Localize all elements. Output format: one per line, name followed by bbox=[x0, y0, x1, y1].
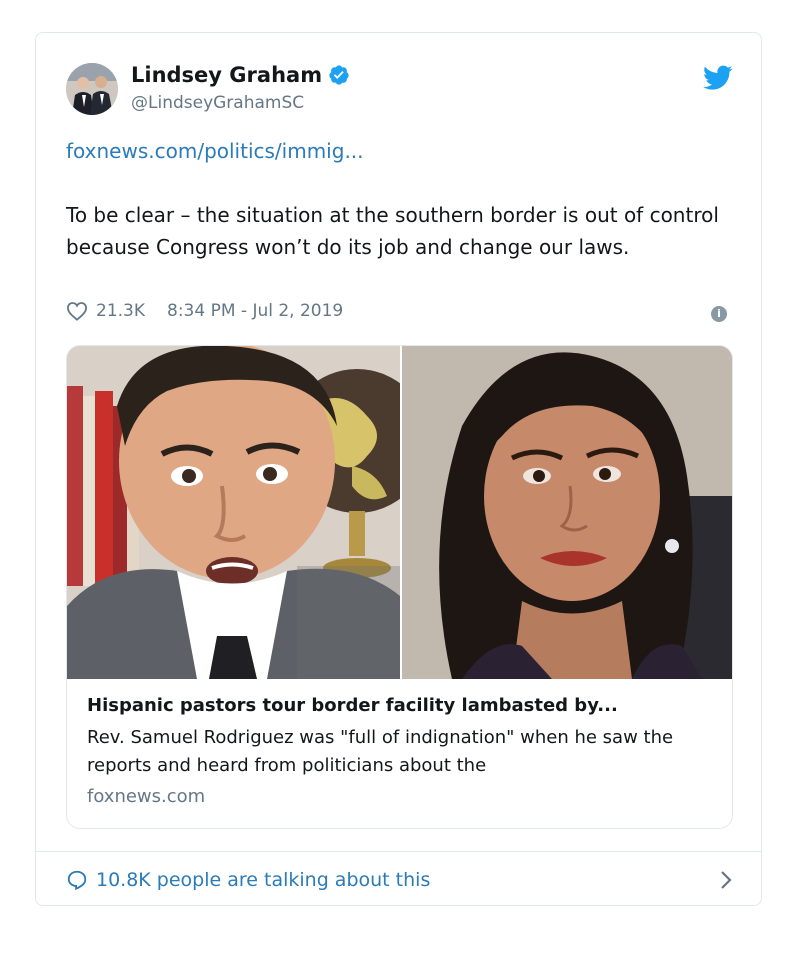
tweet-text: To be clear – the situation at the south… bbox=[66, 203, 719, 259]
conversation-link[interactable]: 10.8K people are talking about this bbox=[66, 865, 733, 895]
verified-badge-icon bbox=[329, 65, 349, 85]
preview-image[interactable] bbox=[67, 346, 732, 679]
link-preview-card[interactable]: Hispanic pastors tour border facility la… bbox=[66, 345, 733, 829]
preview-domain: foxnews.com bbox=[87, 786, 206, 807]
tweet-link[interactable]: foxnews.com/politics/immig... bbox=[66, 139, 364, 163]
heart-icon[interactable] bbox=[66, 301, 88, 321]
speech-bubble-icon bbox=[67, 870, 87, 891]
twitter-bird-icon[interactable] bbox=[703, 65, 733, 91]
preview-image-right bbox=[402, 346, 732, 679]
author-name[interactable]: Lindsey Graham bbox=[131, 63, 350, 87]
chevron-right-icon[interactable] bbox=[719, 869, 733, 891]
info-icon[interactable]: i bbox=[711, 306, 727, 322]
preview-title[interactable]: Hispanic pastors tour border facility la… bbox=[87, 695, 714, 716]
tweet-meta: 21.3K 8:34 PM - Jul 2, 2019 bbox=[66, 301, 343, 321]
tweet-timestamp[interactable]: 8:34 PM - Jul 2, 2019 bbox=[167, 301, 343, 321]
tweet-embed-card: Lindsey Graham @LindseyGrahamSC foxnews.… bbox=[35, 32, 762, 906]
preview-text[interactable]: Hispanic pastors tour border facility la… bbox=[67, 679, 732, 823]
avatar[interactable] bbox=[66, 63, 118, 115]
author-handle[interactable]: @LindseyGrahamSC bbox=[131, 93, 304, 113]
preview-image-left bbox=[67, 346, 400, 679]
talking-count-text[interactable]: 10.8K people are talking about this bbox=[96, 869, 430, 891]
divider bbox=[36, 851, 761, 852]
preview-description: Rev. Samuel Rodriguez was "full of indig… bbox=[87, 727, 674, 776]
like-count[interactable]: 21.3K bbox=[96, 301, 145, 321]
author-name-text[interactable]: Lindsey Graham bbox=[131, 63, 322, 87]
